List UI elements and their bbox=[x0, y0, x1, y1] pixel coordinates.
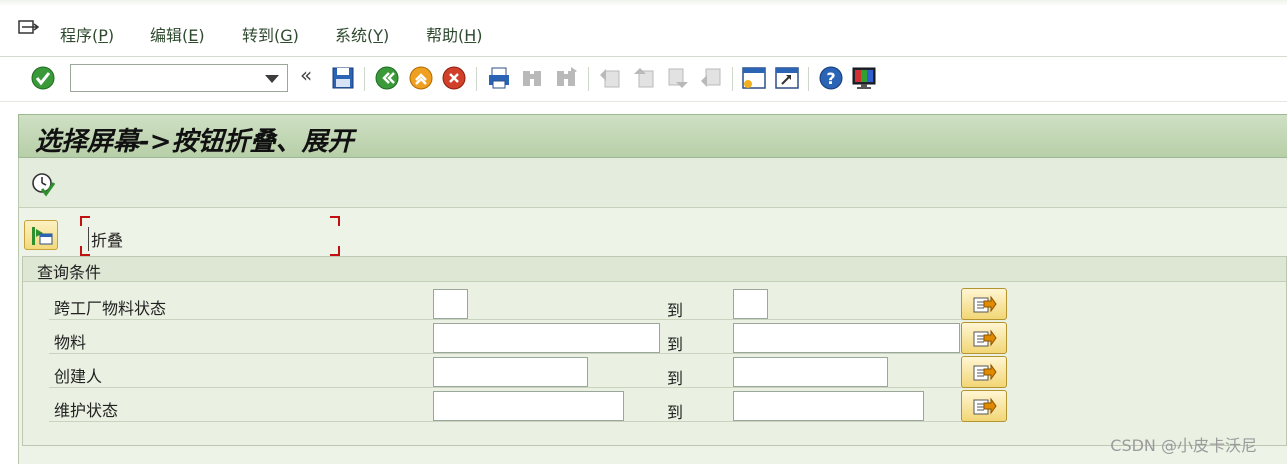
multiple-selection-icon bbox=[973, 363, 997, 381]
find-icon[interactable] bbox=[519, 65, 545, 91]
application-toolbar bbox=[18, 158, 1287, 208]
toolbar-separator bbox=[732, 67, 733, 91]
group-title: 查询条件 bbox=[37, 263, 102, 282]
collapse-command-icon[interactable]: « bbox=[300, 63, 312, 87]
help-icon[interactable]: ? bbox=[818, 65, 844, 91]
to-label: 到 bbox=[667, 403, 684, 422]
cross-plant-status-low-input[interactable] bbox=[433, 289, 468, 319]
multiple-selection-button[interactable] bbox=[961, 390, 1007, 422]
row-label-material: 物料 bbox=[54, 333, 87, 352]
row-divider bbox=[49, 387, 989, 388]
create-session-icon[interactable] bbox=[741, 65, 767, 91]
cancel-icon[interactable] bbox=[441, 65, 467, 91]
row-label-maintenance-status: 维护状态 bbox=[54, 401, 119, 420]
query-conditions-group: 查询条件 跨工厂物料状态 到 物料 到 创建人 到 维护状态 到 bbox=[22, 256, 1287, 446]
last-page-icon[interactable] bbox=[698, 65, 724, 91]
menu-system[interactable]: 系统(Y) bbox=[335, 22, 389, 46]
to-label: 到 bbox=[667, 335, 684, 354]
toolbar-separator bbox=[808, 67, 809, 91]
focus-corner bbox=[330, 246, 340, 256]
menu-icon[interactable] bbox=[18, 20, 40, 38]
execute-icon[interactable] bbox=[30, 171, 56, 197]
previous-page-icon[interactable] bbox=[631, 65, 657, 91]
layout-icon[interactable] bbox=[851, 65, 877, 91]
menu-goto[interactable]: 转到(G) bbox=[242, 22, 299, 46]
cross-plant-status-high-input[interactable] bbox=[733, 289, 768, 319]
multiple-selection-button[interactable] bbox=[961, 356, 1007, 388]
row-divider bbox=[49, 319, 989, 320]
toolbar-separator bbox=[364, 67, 365, 91]
menu-edit[interactable]: 编辑(E) bbox=[150, 22, 205, 46]
chevron-down-icon[interactable] bbox=[265, 75, 279, 83]
shortcut-icon[interactable] bbox=[774, 65, 800, 91]
maintenance-status-low-input[interactable] bbox=[433, 391, 624, 421]
command-field[interactable] bbox=[70, 64, 288, 92]
row-divider bbox=[49, 353, 989, 354]
group-header: 查询条件 bbox=[23, 257, 1286, 282]
collapse-label: 折叠 bbox=[88, 227, 123, 251]
material-low-input[interactable] bbox=[433, 323, 660, 353]
enter-check-icon[interactable] bbox=[30, 65, 56, 91]
screen-title: 选择屏幕->按钮折叠、展开 bbox=[35, 127, 354, 157]
find-next-icon[interactable] bbox=[553, 65, 579, 91]
tree-collapse-icon bbox=[32, 227, 53, 245]
collapse-toggle-button[interactable] bbox=[24, 220, 58, 250]
toolbar-separator bbox=[588, 67, 589, 91]
focus-corner bbox=[330, 216, 340, 226]
save-icon[interactable] bbox=[330, 65, 356, 91]
menu-help[interactable]: 帮助(H) bbox=[426, 22, 483, 46]
maintenance-status-high-input[interactable] bbox=[733, 391, 924, 421]
row-divider bbox=[49, 421, 989, 422]
screen-title-bar: 选择屏幕->按钮折叠、展开 bbox=[18, 114, 1287, 158]
multiple-selection-button[interactable] bbox=[961, 322, 1007, 354]
created-by-low-input[interactable] bbox=[433, 357, 588, 387]
next-page-icon[interactable] bbox=[665, 65, 691, 91]
print-icon[interactable] bbox=[486, 65, 512, 91]
multiple-selection-button[interactable] bbox=[961, 288, 1007, 320]
standard-toolbar: « ? bbox=[0, 57, 1287, 102]
svg-text:?: ? bbox=[826, 69, 835, 88]
created-by-high-input[interactable] bbox=[733, 357, 888, 387]
multiple-selection-icon bbox=[973, 295, 997, 313]
to-label: 到 bbox=[667, 301, 684, 320]
menu-program[interactable]: 程序(P) bbox=[60, 22, 114, 46]
menu-bar: 程序(P) 编辑(E) 转到(G) 系统(Y) 帮助(H) bbox=[0, 0, 1287, 57]
row-label-created-by: 创建人 bbox=[54, 367, 103, 386]
first-page-icon[interactable] bbox=[597, 65, 623, 91]
multiple-selection-icon bbox=[973, 329, 997, 347]
multiple-selection-icon bbox=[973, 397, 997, 415]
collapse-label-focus[interactable]: 折叠 bbox=[80, 216, 340, 256]
exit-icon[interactable] bbox=[408, 65, 434, 91]
material-high-input[interactable] bbox=[733, 323, 960, 353]
focus-corner bbox=[80, 216, 90, 226]
watermark: CSDN @小皮卡沃尼 bbox=[1110, 436, 1257, 455]
toolbar-separator bbox=[476, 67, 477, 91]
to-label: 到 bbox=[667, 369, 684, 388]
back-icon[interactable] bbox=[374, 65, 400, 91]
row-label-cross-plant-status: 跨工厂物料状态 bbox=[54, 299, 167, 318]
